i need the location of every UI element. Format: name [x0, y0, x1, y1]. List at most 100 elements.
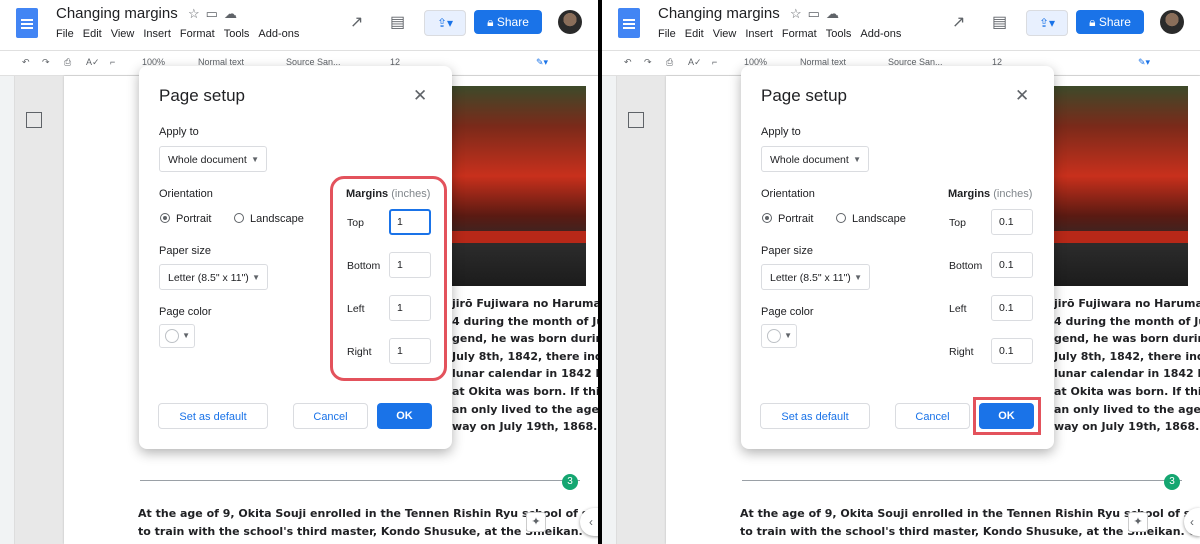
menu-addons[interactable]: Add-ons	[860, 28, 901, 40]
present-button[interactable]: ⇪▾	[1026, 10, 1068, 36]
outline-icon[interactable]	[628, 112, 644, 128]
left-margin-input[interactable]: 0.1	[991, 295, 1033, 321]
spellcheck-icon[interactable]: A✓	[688, 57, 702, 68]
page-color-label: Page color	[761, 306, 814, 318]
landscape-radio[interactable]	[836, 213, 846, 223]
comment-icon[interactable]: ▤	[992, 12, 1007, 32]
body-line: at Okita was born. If this	[452, 384, 598, 398]
chevron-down-icon: ▼	[784, 331, 792, 340]
present-button[interactable]: ⇪▾	[424, 10, 466, 36]
redo-icon[interactable]: ↷	[644, 57, 652, 68]
apply-to-select[interactable]: Whole document ▼	[159, 146, 267, 172]
page-color-button[interactable]: ▼	[159, 324, 195, 348]
print-icon[interactable]: ⎙	[666, 57, 673, 68]
activity-trend-icon[interactable]: ↗	[350, 12, 363, 32]
title-actions: ☆▭☁	[790, 6, 845, 22]
page-setup-dialog: Page setup ✕ Apply to Whole document ▼ Or…	[741, 66, 1054, 449]
document-image[interactable]	[1054, 86, 1188, 286]
cloud-icon[interactable]: ☁	[224, 6, 243, 21]
folder-icon[interactable]: ▭	[808, 6, 826, 21]
comment-icon[interactable]: ▤	[390, 12, 405, 32]
close-icon[interactable]: ✕	[413, 86, 427, 106]
menu-format[interactable]: Format	[782, 28, 817, 40]
share-button[interactable]: 🔒︎ Share	[1076, 10, 1144, 34]
present-icon: ⇪▾	[436, 16, 454, 30]
share-button[interactable]: 🔒︎ Share	[474, 10, 542, 34]
menu-edit[interactable]: Edit	[83, 28, 102, 40]
share-label: Share	[496, 15, 529, 29]
explore-icon[interactable]: ✦	[526, 512, 546, 532]
menu-file[interactable]: File	[56, 28, 74, 40]
apply-to-select[interactable]: Whole document ▼	[761, 146, 869, 172]
set-as-default-button[interactable]: Set as default	[760, 403, 870, 429]
margins-label-text: Margins	[948, 188, 991, 200]
folder-icon[interactable]: ▭	[206, 6, 224, 21]
paper-size-select[interactable]: Letter (8.5" x 11") ▼	[761, 264, 870, 290]
grammarly-icon[interactable]: 3	[562, 474, 578, 490]
activity-trend-icon[interactable]: ↗	[952, 12, 965, 32]
menu-insert[interactable]: Insert	[745, 28, 773, 40]
document-body-text: jirō Fujiwara no Haruma 4 during the mon…	[1054, 295, 1200, 436]
editing-mode-icon[interactable]: ✎▾	[1138, 57, 1150, 68]
star-icon[interactable]: ☆	[790, 6, 808, 21]
outline-icon[interactable]	[26, 112, 42, 128]
menu-tools[interactable]: Tools	[826, 28, 852, 40]
menu-format[interactable]: Format	[180, 28, 215, 40]
cancel-button[interactable]: Cancel	[895, 403, 970, 429]
document-image[interactable]	[452, 86, 586, 286]
cancel-button[interactable]: Cancel	[293, 403, 368, 429]
body-line: gend, he was born during	[452, 332, 598, 346]
paper-size-select[interactable]: Letter (8.5" x 11") ▼	[159, 264, 268, 290]
body-line: lunar calendar in 1842 be	[1054, 367, 1200, 381]
spellcheck-icon[interactable]: A✓	[86, 57, 100, 68]
menu-view[interactable]: View	[111, 28, 135, 40]
vertical-ruler	[602, 76, 617, 544]
portrait-radio[interactable]	[762, 213, 772, 223]
avatar[interactable]	[558, 10, 582, 34]
paper-size-label: Paper size	[761, 245, 813, 257]
top-margin-input[interactable]: 0.1	[991, 209, 1033, 235]
document-body-text: jirō Fujiwara no Haruma 4 during the mon…	[452, 295, 598, 436]
page-color-button[interactable]: ▼	[761, 324, 797, 348]
ok-button[interactable]: OK	[377, 403, 432, 429]
redo-icon[interactable]: ↷	[42, 57, 50, 68]
body-line: way on July 19th, 1868.	[452, 420, 598, 434]
landscape-label: Landscape	[852, 213, 906, 225]
menu-edit[interactable]: Edit	[685, 28, 704, 40]
menu-bar: File Edit View Insert Format Tools Add-o…	[56, 28, 299, 40]
close-icon[interactable]: ✕	[1015, 86, 1029, 106]
docs-logo-icon[interactable]	[16, 8, 38, 38]
menu-addons[interactable]: Add-ons	[258, 28, 299, 40]
menu-insert[interactable]: Insert	[143, 28, 171, 40]
undo-icon[interactable]: ↶	[624, 57, 632, 68]
portrait-radio[interactable]	[160, 213, 170, 223]
editing-mode-icon[interactable]: ✎▾	[536, 57, 548, 68]
undo-icon[interactable]: ↶	[22, 57, 30, 68]
grammarly-icon[interactable]: 3	[1164, 474, 1180, 490]
landscape-label: Landscape	[250, 213, 304, 225]
document-title[interactable]: Changing margins	[658, 5, 780, 22]
orientation-label: Orientation	[159, 188, 213, 200]
docs-logo-icon[interactable]	[618, 8, 640, 38]
portrait-label: Portrait	[778, 213, 814, 225]
print-icon[interactable]: ⎙	[64, 57, 71, 68]
paint-format-icon[interactable]: ⌐	[110, 57, 115, 67]
portrait-label: Portrait	[176, 213, 212, 225]
bottom-margin-input[interactable]: 0.1	[991, 252, 1033, 278]
explore-icon[interactable]: ✦	[1128, 512, 1148, 532]
vertical-ruler	[0, 76, 15, 544]
paint-format-icon[interactable]: ⌐	[712, 57, 717, 67]
margins-label: Margins (inches)	[948, 188, 1032, 200]
chevron-down-icon: ▼	[853, 155, 861, 164]
landscape-radio[interactable]	[234, 213, 244, 223]
set-as-default-button[interactable]: Set as default	[158, 403, 268, 429]
menu-view[interactable]: View	[713, 28, 737, 40]
cloud-icon[interactable]: ☁	[826, 6, 845, 21]
horizontal-rule	[742, 480, 1182, 481]
avatar[interactable]	[1160, 10, 1184, 34]
right-margin-input[interactable]: 0.1	[991, 338, 1033, 364]
menu-file[interactable]: File	[658, 28, 676, 40]
menu-tools[interactable]: Tools	[224, 28, 250, 40]
star-icon[interactable]: ☆	[188, 6, 206, 21]
document-title[interactable]: Changing margins	[56, 5, 178, 22]
